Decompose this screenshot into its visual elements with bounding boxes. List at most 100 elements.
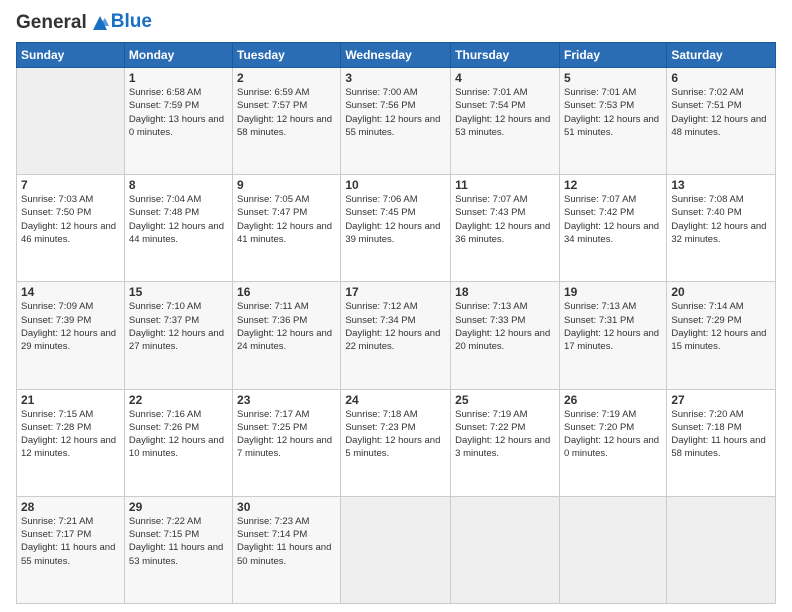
day-number: 11 — [455, 178, 555, 192]
day-info: Sunrise: 7:14 AMSunset: 7:29 PMDaylight:… — [671, 300, 771, 353]
header-saturday: Saturday — [667, 43, 776, 68]
calendar-cell: 29Sunrise: 7:22 AMSunset: 7:15 PMDayligh… — [124, 496, 232, 603]
calendar-cell: 4Sunrise: 7:01 AMSunset: 7:54 PMDaylight… — [451, 68, 560, 175]
calendar-cell: 22Sunrise: 7:16 AMSunset: 7:26 PMDayligh… — [124, 389, 232, 496]
week-row-1: 1Sunrise: 6:58 AMSunset: 7:59 PMDaylight… — [17, 68, 776, 175]
day-info: Sunrise: 7:22 AMSunset: 7:15 PMDaylight:… — [129, 515, 228, 568]
calendar-page: General Blue Sunday Monday Tuesday Wedne… — [0, 0, 792, 612]
day-info: Sunrise: 7:00 AMSunset: 7:56 PMDaylight:… — [345, 86, 446, 139]
day-number: 8 — [129, 178, 228, 192]
week-row-3: 14Sunrise: 7:09 AMSunset: 7:39 PMDayligh… — [17, 282, 776, 389]
header-wednesday: Wednesday — [341, 43, 451, 68]
day-info: Sunrise: 7:01 AMSunset: 7:54 PMDaylight:… — [455, 86, 555, 139]
week-row-5: 28Sunrise: 7:21 AMSunset: 7:17 PMDayligh… — [17, 496, 776, 603]
calendar-cell — [341, 496, 451, 603]
day-info: Sunrise: 7:12 AMSunset: 7:34 PMDaylight:… — [345, 300, 446, 353]
day-info: Sunrise: 7:09 AMSunset: 7:39 PMDaylight:… — [21, 300, 120, 353]
day-info: Sunrise: 7:03 AMSunset: 7:50 PMDaylight:… — [21, 193, 120, 246]
day-info: Sunrise: 7:23 AMSunset: 7:14 PMDaylight:… — [237, 515, 336, 568]
calendar-cell: 21Sunrise: 7:15 AMSunset: 7:28 PMDayligh… — [17, 389, 125, 496]
day-number: 4 — [455, 71, 555, 85]
day-info: Sunrise: 7:13 AMSunset: 7:31 PMDaylight:… — [564, 300, 662, 353]
calendar-cell: 15Sunrise: 7:10 AMSunset: 7:37 PMDayligh… — [124, 282, 232, 389]
day-number: 12 — [564, 178, 662, 192]
calendar-table: Sunday Monday Tuesday Wednesday Thursday… — [16, 42, 776, 604]
logo-blue: Blue — [111, 12, 152, 33]
day-number: 26 — [564, 393, 662, 407]
logo-text: General — [16, 12, 111, 34]
calendar-cell: 11Sunrise: 7:07 AMSunset: 7:43 PMDayligh… — [451, 175, 560, 282]
week-row-2: 7Sunrise: 7:03 AMSunset: 7:50 PMDaylight… — [17, 175, 776, 282]
day-info: Sunrise: 7:08 AMSunset: 7:40 PMDaylight:… — [671, 193, 771, 246]
calendar-cell: 28Sunrise: 7:21 AMSunset: 7:17 PMDayligh… — [17, 496, 125, 603]
calendar-cell: 26Sunrise: 7:19 AMSunset: 7:20 PMDayligh… — [559, 389, 666, 496]
day-info: Sunrise: 7:19 AMSunset: 7:22 PMDaylight:… — [455, 408, 555, 461]
day-info: Sunrise: 7:02 AMSunset: 7:51 PMDaylight:… — [671, 86, 771, 139]
day-number: 27 — [671, 393, 771, 407]
day-info: Sunrise: 7:06 AMSunset: 7:45 PMDaylight:… — [345, 193, 446, 246]
day-number: 1 — [129, 71, 228, 85]
calendar-cell: 24Sunrise: 7:18 AMSunset: 7:23 PMDayligh… — [341, 389, 451, 496]
day-info: Sunrise: 7:16 AMSunset: 7:26 PMDaylight:… — [129, 408, 228, 461]
calendar-cell — [17, 68, 125, 175]
header-thursday: Thursday — [451, 43, 560, 68]
day-number: 28 — [21, 500, 120, 514]
day-number: 18 — [455, 285, 555, 299]
logo: General Blue — [16, 12, 152, 34]
day-number: 24 — [345, 393, 446, 407]
day-info: Sunrise: 7:07 AMSunset: 7:43 PMDaylight:… — [455, 193, 555, 246]
day-info: Sunrise: 6:59 AMSunset: 7:57 PMDaylight:… — [237, 86, 336, 139]
calendar-cell: 7Sunrise: 7:03 AMSunset: 7:50 PMDaylight… — [17, 175, 125, 282]
day-info: Sunrise: 7:07 AMSunset: 7:42 PMDaylight:… — [564, 193, 662, 246]
calendar-cell: 14Sunrise: 7:09 AMSunset: 7:39 PMDayligh… — [17, 282, 125, 389]
day-number: 5 — [564, 71, 662, 85]
calendar-cell: 3Sunrise: 7:00 AMSunset: 7:56 PMDaylight… — [341, 68, 451, 175]
calendar-cell: 1Sunrise: 6:58 AMSunset: 7:59 PMDaylight… — [124, 68, 232, 175]
header-tuesday: Tuesday — [233, 43, 341, 68]
day-number: 15 — [129, 285, 228, 299]
day-number: 10 — [345, 178, 446, 192]
week-row-4: 21Sunrise: 7:15 AMSunset: 7:28 PMDayligh… — [17, 389, 776, 496]
day-info: Sunrise: 7:05 AMSunset: 7:47 PMDaylight:… — [237, 193, 336, 246]
day-info: Sunrise: 6:58 AMSunset: 7:59 PMDaylight:… — [129, 86, 228, 139]
calendar-cell: 30Sunrise: 7:23 AMSunset: 7:14 PMDayligh… — [233, 496, 341, 603]
calendar-cell: 25Sunrise: 7:19 AMSunset: 7:22 PMDayligh… — [451, 389, 560, 496]
header: General Blue — [16, 12, 776, 34]
header-friday: Friday — [559, 43, 666, 68]
calendar-cell: 8Sunrise: 7:04 AMSunset: 7:48 PMDaylight… — [124, 175, 232, 282]
day-number: 21 — [21, 393, 120, 407]
calendar-cell: 12Sunrise: 7:07 AMSunset: 7:42 PMDayligh… — [559, 175, 666, 282]
day-info: Sunrise: 7:11 AMSunset: 7:36 PMDaylight:… — [237, 300, 336, 353]
header-monday: Monday — [124, 43, 232, 68]
day-info: Sunrise: 7:13 AMSunset: 7:33 PMDaylight:… — [455, 300, 555, 353]
day-number: 6 — [671, 71, 771, 85]
day-number: 14 — [21, 285, 120, 299]
calendar-cell: 13Sunrise: 7:08 AMSunset: 7:40 PMDayligh… — [667, 175, 776, 282]
day-info: Sunrise: 7:10 AMSunset: 7:37 PMDaylight:… — [129, 300, 228, 353]
day-info: Sunrise: 7:20 AMSunset: 7:18 PMDaylight:… — [671, 408, 771, 461]
calendar-cell — [559, 496, 666, 603]
day-info: Sunrise: 7:15 AMSunset: 7:28 PMDaylight:… — [21, 408, 120, 461]
day-number: 17 — [345, 285, 446, 299]
day-number: 30 — [237, 500, 336, 514]
calendar-cell: 19Sunrise: 7:13 AMSunset: 7:31 PMDayligh… — [559, 282, 666, 389]
calendar-cell — [451, 496, 560, 603]
day-number: 23 — [237, 393, 336, 407]
calendar-cell: 23Sunrise: 7:17 AMSunset: 7:25 PMDayligh… — [233, 389, 341, 496]
day-number: 22 — [129, 393, 228, 407]
day-number: 20 — [671, 285, 771, 299]
day-number: 13 — [671, 178, 771, 192]
day-number: 19 — [564, 285, 662, 299]
calendar-cell: 20Sunrise: 7:14 AMSunset: 7:29 PMDayligh… — [667, 282, 776, 389]
day-number: 7 — [21, 178, 120, 192]
day-info: Sunrise: 7:17 AMSunset: 7:25 PMDaylight:… — [237, 408, 336, 461]
day-info: Sunrise: 7:19 AMSunset: 7:20 PMDaylight:… — [564, 408, 662, 461]
calendar-cell: 6Sunrise: 7:02 AMSunset: 7:51 PMDaylight… — [667, 68, 776, 175]
day-number: 2 — [237, 71, 336, 85]
calendar-cell: 9Sunrise: 7:05 AMSunset: 7:47 PMDaylight… — [233, 175, 341, 282]
calendar-cell: 16Sunrise: 7:11 AMSunset: 7:36 PMDayligh… — [233, 282, 341, 389]
logo-icon — [89, 12, 111, 34]
calendar-cell: 10Sunrise: 7:06 AMSunset: 7:45 PMDayligh… — [341, 175, 451, 282]
day-number: 3 — [345, 71, 446, 85]
calendar-cell: 5Sunrise: 7:01 AMSunset: 7:53 PMDaylight… — [559, 68, 666, 175]
